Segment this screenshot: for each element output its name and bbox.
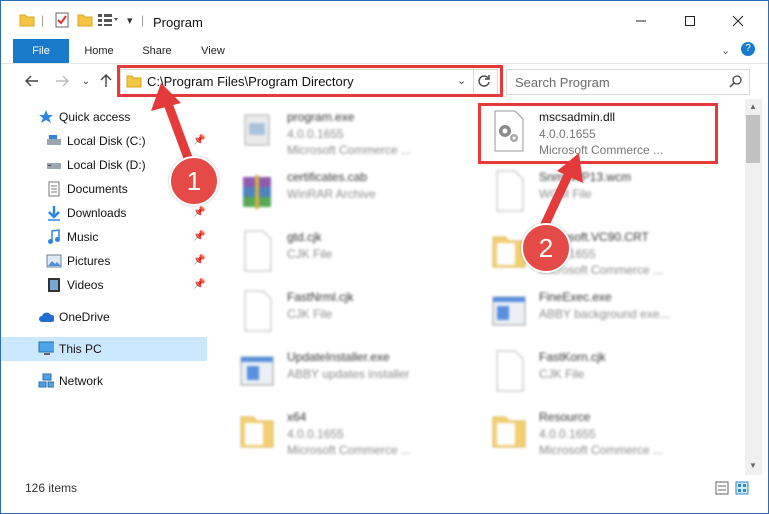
arrow-2 (536, 153, 583, 238)
step-badge-2: 2 (521, 223, 571, 273)
arrow-1 (151, 83, 196, 171)
explorer-window: | ▾ | Program File Home Share View ⌄ ? ⌄… (0, 0, 769, 514)
annotation-arrows (151, 83, 583, 238)
step-badge-1: 1 (169, 156, 219, 206)
